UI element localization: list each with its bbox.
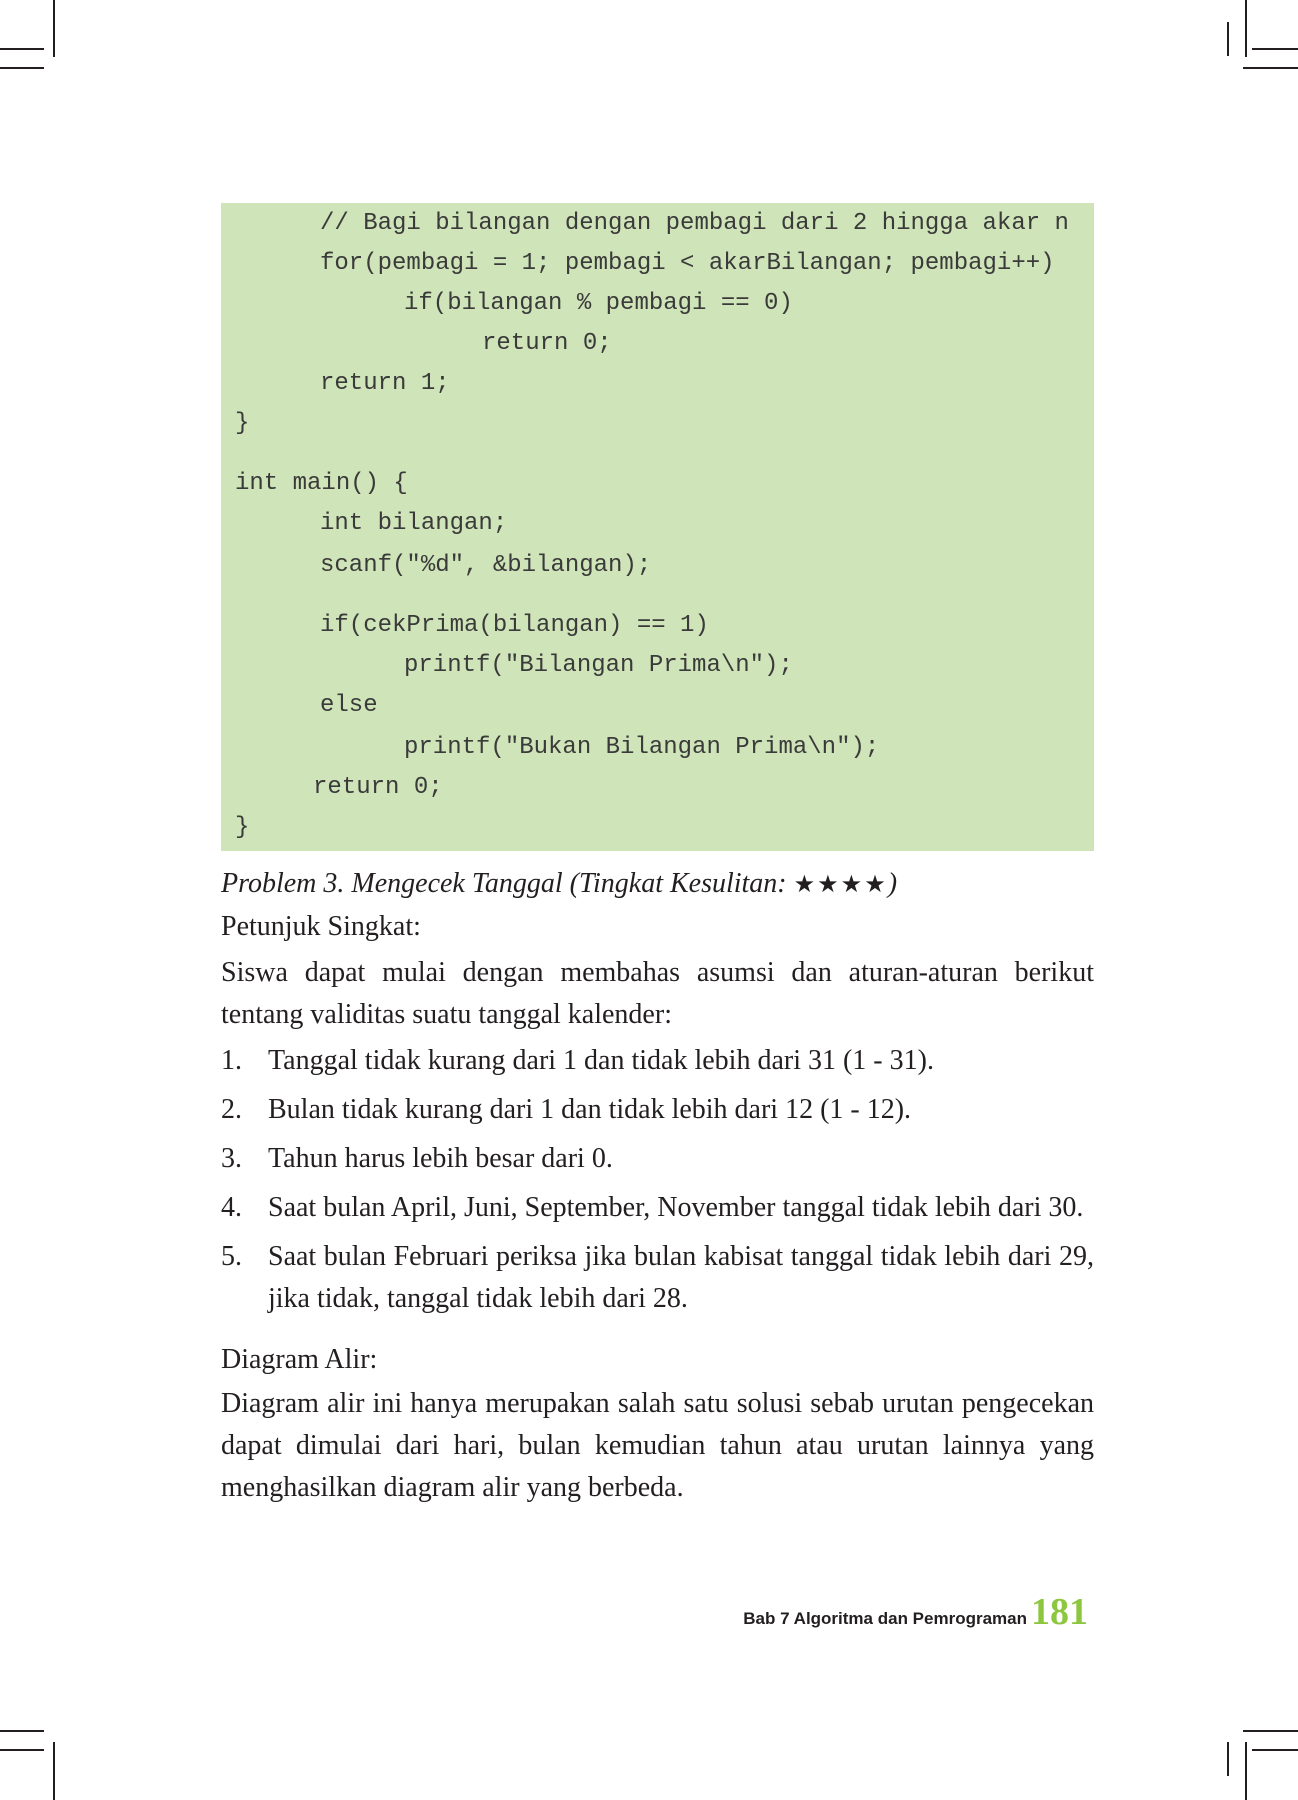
code-line: return 0; [313,774,443,801]
crop-mark [1227,22,1229,56]
list-item-text: Saat bulan Februari periksa jika bulan k… [268,1241,1094,1314]
problem-title-end: ) [887,868,898,899]
list-item-number: 3. [221,1143,242,1174]
crop-mark [1243,67,1298,69]
code-line: return 0; [482,330,612,357]
list-item-text: Tahun harus lebih besar dari 0. [268,1143,613,1174]
page-footer: Bab 7 Algoritma dan Pemrograman 181 [743,1590,1088,1634]
list-item-text: Saat bulan April, Juni, September, Novem… [268,1192,1084,1223]
crop-mark [1252,1749,1298,1751]
list-item-text: Bulan tidak kurang dari 1 dan tidak lebi… [268,1094,912,1125]
problem-title-text: Problem 3. Mengecek Tanggal (Tingkat Kes… [221,868,794,899]
code-line: scanf("%d", &bilangan); [320,552,652,579]
crop-mark [0,67,44,69]
code-line: int bilangan; [320,510,508,537]
list-item-number: 2. [221,1094,242,1125]
list-item-number: 1. [221,1045,242,1076]
crop-mark [0,1730,44,1732]
flow-paragraph: Diagram alir ini hanya merupakan salah s… [221,1388,1094,1503]
problem-title: Problem 3. Mengecek Tanggal (Tingkat Kes… [221,867,1094,902]
crop-mark [1245,0,1247,57]
list-item-number: 4. [221,1192,242,1223]
code-line: else [320,692,378,719]
difficulty-stars: ★★★★ [793,872,888,898]
page-number: 181 [1031,1591,1088,1633]
code-line: int main() { [235,470,408,497]
code-line: printf("Bilangan Prima\n"); [404,652,793,679]
code-line: if(cekPrima(bilangan) == 1) [320,612,709,639]
crop-mark [0,1749,44,1751]
code-line: for(pembagi = 1; pembagi < akarBilangan;… [320,250,1055,277]
list-item-number: 5. [221,1241,242,1272]
code-line: } [235,410,250,437]
crop-mark [53,1742,55,1800]
code-listing: // Bagi bilangan dengan pembagi dari 2 h… [221,203,1094,851]
code-line: // Bagi bilangan dengan pembagi dari 2 h… [320,210,1069,237]
flow-heading: Diagram Alir: [221,1344,378,1375]
crop-mark [1243,1730,1298,1732]
code-line: if(bilangan % pembagi == 0) [404,290,793,317]
crop-mark [1245,1742,1247,1800]
chapter-title: Bab 7 Algoritma dan Pemrograman [743,1609,1027,1628]
crop-mark [0,48,44,50]
code-line: } [235,814,250,841]
hint-paragraph: Siswa dapat mulai dengan membahas asumsi… [221,957,1094,1030]
crop-mark [1252,48,1298,50]
hint-heading: Petunjuk Singkat: [221,911,421,942]
code-line: printf("Bukan Bilangan Prima\n"); [404,734,880,761]
code-line: return 1; [320,370,450,397]
crop-mark [1227,1742,1229,1776]
list-item-text: Tanggal tidak kurang dari 1 dan tidak le… [268,1045,934,1076]
crop-mark [53,0,55,57]
